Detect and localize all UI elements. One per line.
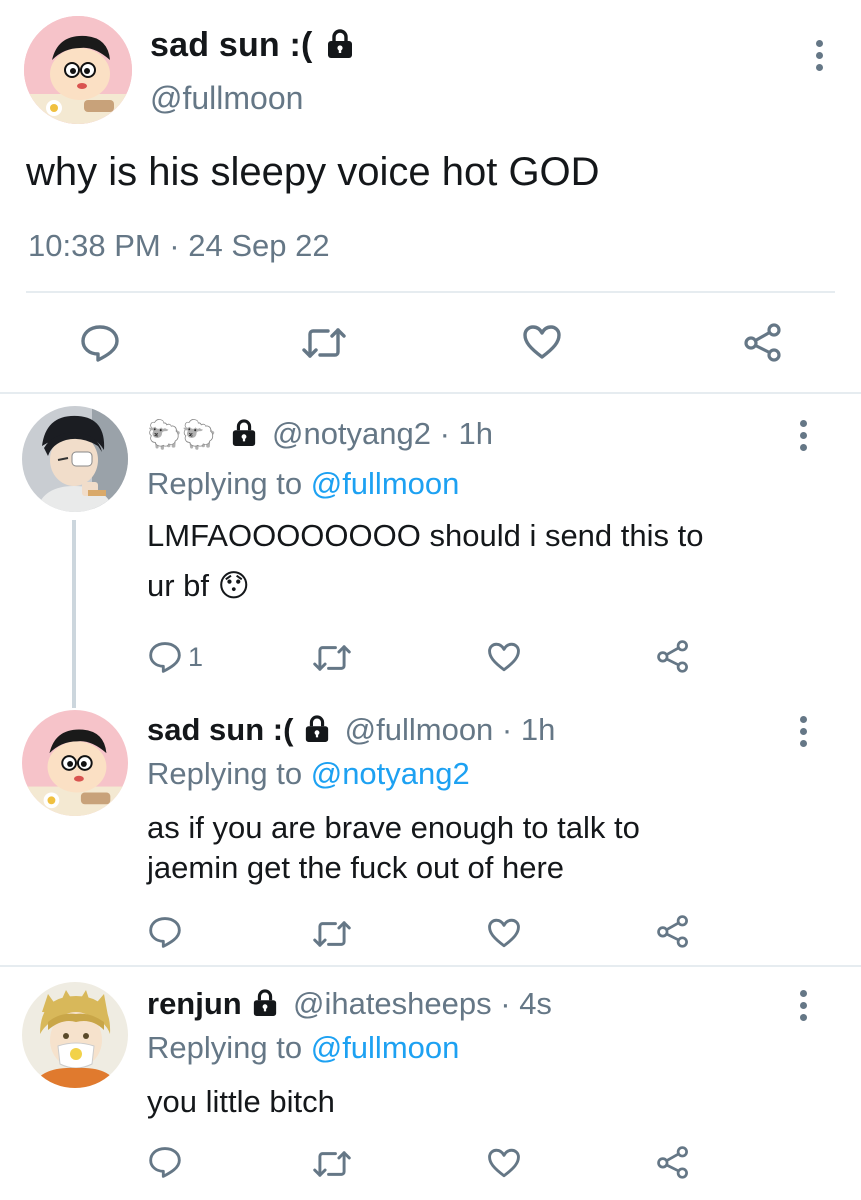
- like-icon: [523, 325, 561, 359]
- avatar-notyang2[interactable]: [22, 406, 128, 512]
- reply-text-line1: as if you are brave enough to talk to: [147, 810, 640, 845]
- reply-text-line1: LMFAOOOOOOOO should i send this to: [147, 518, 704, 553]
- divider: [0, 965, 861, 967]
- replying-to-link[interactable]: @fullmoon: [311, 1030, 460, 1065]
- reply-text: as if you are brave enough to talk to ja…: [147, 808, 640, 888]
- reply-header: 🐑🐑 @notyang2 · 1h: [147, 416, 493, 452]
- divider: [26, 291, 835, 293]
- share-button[interactable]: [656, 914, 690, 948]
- retweet-button[interactable]: [313, 1149, 351, 1179]
- retweet-icon: [302, 328, 346, 358]
- retweet-button[interactable]: [313, 919, 351, 949]
- reply-text-line2: ur bf 😯: [147, 568, 250, 603]
- more-icon[interactable]: [798, 990, 808, 1026]
- like-button[interactable]: [487, 917, 521, 949]
- lock-icon: [233, 419, 256, 446]
- reply-icon: [149, 1147, 181, 1178]
- thread-line: [72, 520, 76, 708]
- reply-button[interactable]: [148, 1146, 182, 1178]
- reply-text: LMFAOOOOOOOO should i send this to ur bf…: [147, 516, 704, 606]
- sheep-emoji-name[interactable]: 🐑🐑: [147, 418, 217, 451]
- like-button[interactable]: [522, 324, 562, 360]
- reply-header: renjun @ihatesheeps · 4s: [147, 986, 552, 1022]
- more-icon[interactable]: [798, 716, 808, 752]
- reply-icon: [149, 641, 181, 673]
- lock-icon: [328, 29, 353, 59]
- reply-handle-time[interactable]: @fullmoon · 1h: [345, 712, 556, 747]
- reply-author-name[interactable]: renjun: [147, 986, 242, 1021]
- replying-prefix: Replying to: [147, 1030, 303, 1065]
- share-icon: [657, 640, 688, 673]
- tweet-timestamp[interactable]: 10:38 PM · 24 Sep 22: [28, 228, 330, 264]
- retweet-button[interactable]: [313, 643, 351, 673]
- retweet-icon: [313, 1151, 351, 1177]
- lock-icon: [305, 715, 329, 742]
- retweet-icon: [313, 645, 351, 671]
- reply-button[interactable]: [80, 324, 120, 362]
- avatar-ihatesheeps[interactable]: [22, 982, 128, 1088]
- author-handle[interactable]: @fullmoon: [150, 80, 303, 117]
- avatar-main[interactable]: [24, 16, 132, 124]
- reply-text-line2: jaemin get the fuck out of here: [147, 850, 565, 885]
- reply-header: sad sun :( @fullmoon · 1h: [147, 712, 555, 748]
- replying-prefix: Replying to: [147, 756, 303, 791]
- share-icon: [657, 1146, 688, 1179]
- like-icon: [488, 642, 520, 672]
- replying-to: Replying to @notyang2: [147, 756, 470, 792]
- retweet-button[interactable]: [302, 326, 346, 360]
- lock-icon: [254, 989, 277, 1016]
- replying-to: Replying to @fullmoon: [147, 466, 459, 502]
- author-name[interactable]: sad sun :(: [150, 26, 354, 65]
- reply-handle-time[interactable]: @notyang2 · 1h: [272, 416, 493, 451]
- replying-to: Replying to @fullmoon: [147, 1030, 459, 1066]
- reply-button[interactable]: 1: [148, 640, 203, 673]
- avatar-fullmoon[interactable]: [22, 710, 128, 816]
- like-button[interactable]: [487, 1147, 521, 1179]
- share-button[interactable]: [743, 322, 783, 362]
- replying-to-link[interactable]: @notyang2: [311, 756, 470, 791]
- divider: [0, 392, 861, 394]
- reply-handle-time[interactable]: @ihatesheeps · 4s: [293, 986, 552, 1021]
- retweet-icon: [313, 921, 351, 947]
- like-button[interactable]: [487, 641, 521, 673]
- reply-text: you little bitch: [147, 1082, 335, 1122]
- reply-button[interactable]: [148, 916, 182, 948]
- like-icon: [488, 918, 520, 948]
- reply-icon: [149, 917, 181, 948]
- reply-author-name[interactable]: sad sun :(: [147, 712, 293, 747]
- replying-prefix: Replying to: [147, 466, 303, 501]
- author-name-text[interactable]: sad sun :(: [150, 26, 313, 64]
- more-icon[interactable]: [814, 40, 824, 76]
- share-icon: [744, 323, 781, 362]
- reply-icon: [81, 325, 119, 362]
- more-icon[interactable]: [798, 420, 808, 456]
- share-icon: [657, 915, 688, 948]
- replying-to-link[interactable]: @fullmoon: [311, 466, 460, 501]
- reply-count: 1: [188, 642, 204, 672]
- reply-text-line1: you little bitch: [147, 1084, 335, 1119]
- share-button[interactable]: [656, 639, 690, 673]
- share-button[interactable]: [656, 1145, 690, 1179]
- tweet-text: why is his sleepy voice hot GOD: [26, 150, 600, 194]
- like-icon: [488, 1148, 520, 1178]
